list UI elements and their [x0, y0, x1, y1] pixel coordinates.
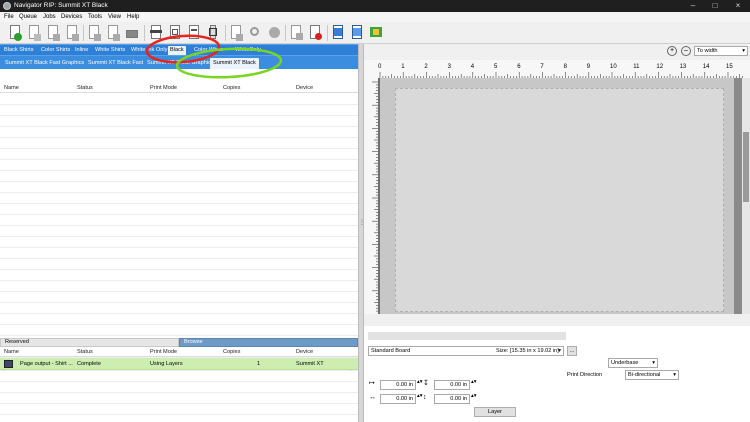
width-offset-icon: ↦ — [369, 380, 375, 387]
preview-scrollbar[interactable] — [742, 78, 750, 314]
ruler-background — [364, 60, 750, 78]
chevron-down-icon: ▾ — [652, 360, 655, 366]
layer-button[interactable]: Layer — [474, 407, 516, 417]
scrollbar-thumb[interactable] — [743, 132, 749, 202]
board-select[interactable]: Standard Board Size: [15.35 in x 19.02 i… — [368, 346, 564, 356]
underbase-value: Underbase — [611, 360, 639, 366]
stepper-icon[interactable]: ▴▾ — [471, 379, 477, 385]
chevron-down-icon: ▾ — [673, 372, 676, 378]
zoom-value: To width — [697, 48, 718, 54]
height-size-icon: ↕ — [423, 394, 427, 401]
browse-button[interactable]: ... — [567, 346, 577, 356]
width-size-icon: ↔ — [369, 394, 376, 401]
settings-panel: Standard Board Size: [15.35 in x 19.02 i… — [364, 326, 750, 422]
ruler-background — [364, 78, 378, 314]
board-value: Standard Board — [371, 348, 411, 354]
preview-pane: + – To width ▾ 0 1 2 3 4 5 6 7 8 9 10 11 12 13 14 15 St… — [364, 44, 750, 422]
print-direction-value: Bi-directional — [628, 372, 661, 378]
size-x-field[interactable]: 0.00 in — [380, 394, 416, 404]
stepper-icon[interactable]: ▴▾ — [417, 379, 423, 385]
offset-x-field[interactable]: 0.00 in — [380, 380, 416, 390]
zoom-select[interactable]: To width ▾ — [694, 46, 748, 56]
size-value: [15.35 in x 19.02 in] — [510, 348, 559, 354]
height-offset-icon: ↧ — [423, 380, 429, 387]
ruler-tick-label: 15 — [726, 64, 733, 70]
green-annotation-circle — [175, 47, 283, 79]
ruler-tick-label: 14 — [703, 64, 710, 70]
print-direction-label: Print Direction — [567, 372, 603, 378]
canvas-edge — [734, 78, 742, 314]
horizontal-ruler: 0 1 2 3 4 5 6 7 8 9 10 11 12 13 14 15 — [364, 60, 750, 78]
print-direction-select[interactable]: Bi-directional ▾ — [625, 370, 679, 380]
stepper-icon[interactable]: ▴▾ — [471, 393, 477, 399]
chevron-down-icon: ▾ — [558, 348, 561, 354]
stepper-icon[interactable]: ▴▾ — [417, 393, 423, 399]
size-y-field[interactable]: 0.00 in — [434, 394, 470, 404]
vertical-ruler — [364, 78, 378, 314]
ruler-tick-label: 13 — [680, 64, 687, 70]
preview-canvas[interactable] — [378, 78, 742, 314]
zoom-in-icon[interactable]: + — [667, 46, 677, 56]
offset-y-field[interactable]: 0.00 in — [434, 380, 470, 390]
platen-board — [380, 78, 734, 314]
chevron-down-icon: ▾ — [742, 48, 745, 54]
zoom-out-icon[interactable]: – — [681, 46, 691, 56]
ruler-tick-label: 10 — [610, 64, 617, 70]
ruler-tick-label: 12 — [656, 64, 663, 70]
underbase-select[interactable]: Underbase ▾ — [608, 358, 658, 368]
size-label: Size: — [496, 348, 509, 354]
ruler-tick-label: 11 — [633, 64, 640, 70]
preview-toolbar: + – To width ▾ — [364, 44, 750, 60]
settings-tab-strip — [368, 332, 566, 340]
print-area — [395, 88, 724, 312]
